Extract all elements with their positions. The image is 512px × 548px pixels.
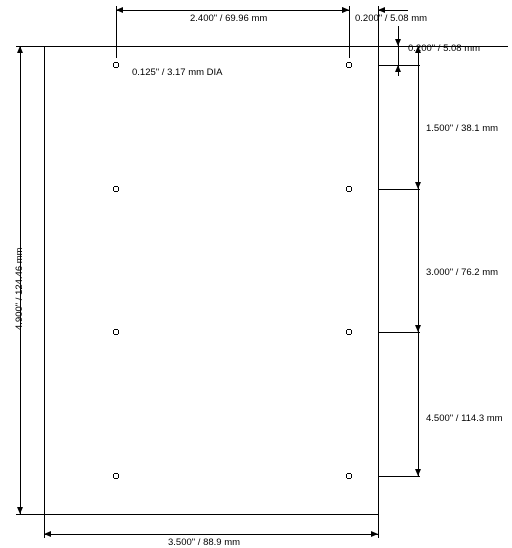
arrow-icon <box>371 531 378 537</box>
dim-bottom-line <box>44 534 378 535</box>
dim-right-1p5-tick <box>398 189 420 190</box>
hole-r3-left <box>112 328 120 336</box>
dim-right-4p5-line <box>418 46 419 476</box>
ext-left-bottom <box>16 514 44 515</box>
dim-left-label: 4.900" / 124.46 mm <box>15 247 25 330</box>
dim-right-3p0-tick <box>398 332 420 333</box>
arrow-icon <box>116 7 123 13</box>
arrow-icon <box>44 531 51 537</box>
hole-r2-right <box>345 185 353 193</box>
board-right-edge <box>378 46 379 514</box>
dim-right-4p5-label: 4.500" / 114.3 mm <box>426 414 503 424</box>
hole-r2-left <box>112 185 120 193</box>
dim-top-main-line <box>116 10 349 11</box>
dim-right-3p0-label: 3.000" / 76.2 mm <box>426 268 498 278</box>
arrow-icon <box>17 507 23 514</box>
hole-r4-left <box>112 472 120 480</box>
hole-r1-right <box>345 61 353 69</box>
dim-right-4p5-tick <box>398 476 420 477</box>
board-bottom-edge <box>44 514 378 515</box>
mechanical-drawing: 2.400" / 69.96 mm 0.200" / 5.08 mm 0.200… <box>0 0 512 547</box>
dim-top-main-label: 2.400" / 69.96 mm <box>190 14 267 24</box>
ext-top-leftcol <box>116 6 117 58</box>
dim-bottom-label: 3.500" / 88.9 mm <box>168 538 240 548</box>
hole-dia-label: 0.125" / 3.17 mm DIA <box>132 68 223 78</box>
board-left-edge <box>44 46 45 514</box>
arrow-icon <box>17 46 23 53</box>
arrow-icon <box>415 469 421 476</box>
arrow-icon <box>342 7 349 13</box>
hole-r3-right <box>345 328 353 336</box>
hole-r1-left <box>112 61 120 69</box>
ext-bottom-right <box>378 514 379 538</box>
ext-top-rightcol <box>349 6 350 58</box>
board-top-edge <box>44 46 378 47</box>
dim-top-right-label: 0.200" / 5.08 mm <box>355 14 427 24</box>
arrow-icon <box>395 39 401 46</box>
hole-r4-right <box>345 472 353 480</box>
arrow-icon <box>395 65 401 72</box>
dim-right-1p5-label: 1.500" / 38.1 mm <box>426 124 498 134</box>
